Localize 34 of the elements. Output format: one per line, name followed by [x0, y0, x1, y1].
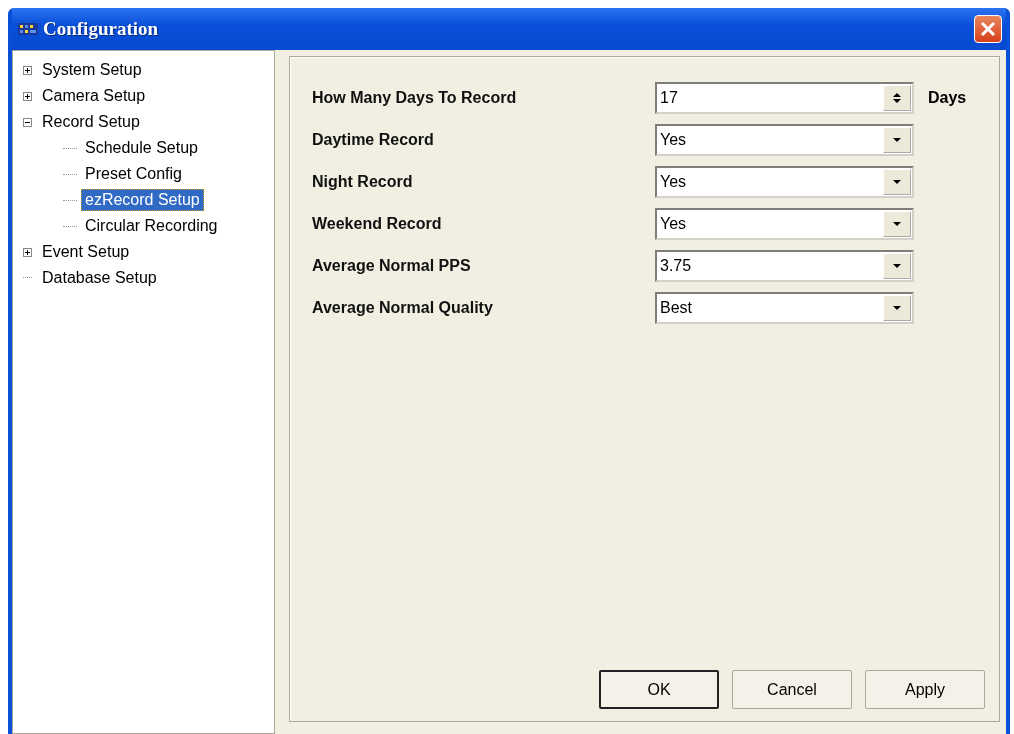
expand-icon[interactable] [23, 91, 32, 101]
unit-label: Days [928, 89, 967, 107]
tree-item[interactable]: Camera Setup [38, 85, 150, 107]
tree-item[interactable]: Database Setup [38, 267, 161, 289]
tree-item[interactable]: Schedule Setup [81, 137, 202, 159]
tree-item[interactable]: Circular Recording [81, 215, 222, 237]
field-label: How Many Days To Record [312, 89, 518, 107]
tree-item[interactable]: Event Setup [38, 241, 134, 263]
dropdown[interactable]: Best [655, 292, 914, 324]
window-title: Configuration [43, 18, 160, 40]
dropdown[interactable]: 3.75 [655, 250, 914, 282]
close-button[interactable] [974, 15, 1002, 43]
tree-item[interactable]: Record Setup [38, 111, 144, 133]
field-label: Average Normal PPS [312, 257, 472, 275]
close-icon [979, 20, 997, 38]
dialog-button[interactable]: Apply [865, 670, 985, 709]
expand-icon[interactable] [23, 65, 32, 75]
field-label: Weekend Record [312, 215, 443, 233]
collapse-icon[interactable] [23, 117, 32, 127]
dialog-button[interactable]: OK [599, 670, 719, 709]
spin-field[interactable]: 17 [655, 82, 914, 114]
dropdown[interactable]: Yes [655, 166, 914, 198]
grid-icon [18, 21, 38, 37]
dropdown[interactable]: Yes [655, 208, 914, 240]
dialog-button[interactable]: Cancel [732, 670, 852, 709]
field-label: Night Record [312, 173, 414, 191]
field-label: Daytime Record [312, 131, 435, 149]
field-label: Average Normal Quality [312, 299, 494, 317]
spinner-arrows-icon[interactable] [883, 85, 911, 111]
expand-icon[interactable] [23, 247, 32, 257]
tree-item[interactable]: Preset Config [81, 163, 186, 185]
tree-item[interactable]: System Setup [38, 59, 146, 81]
dropdown[interactable]: Yes [655, 124, 914, 156]
tree-item[interactable]: ezRecord Setup [81, 189, 204, 211]
